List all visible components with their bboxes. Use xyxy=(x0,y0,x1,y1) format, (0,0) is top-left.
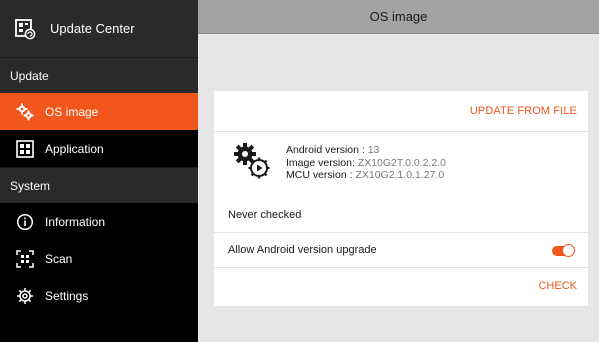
sidebar-item-settings[interactable]: Settings xyxy=(0,277,198,314)
mcu-version-value: ZX10G2.1.0.1.27.0 xyxy=(355,169,445,181)
sidebar-item-label: Settings xyxy=(45,288,89,303)
allow-upgrade-row: Allow Android version upgrade xyxy=(214,233,588,267)
gears-icon xyxy=(16,103,34,121)
check-status-row: Never checked xyxy=(214,198,588,232)
check-button[interactable]: CHECK xyxy=(538,280,577,292)
update-from-file-button[interactable]: UPDATE FROM FILE xyxy=(470,105,577,117)
image-version-row: Image version: ZX10G2T.0.0.2.2.0 xyxy=(286,157,446,170)
sidebar-item-label: Application xyxy=(45,141,104,156)
settings-gear-icon xyxy=(16,287,34,305)
android-version-row: Android version : 13 xyxy=(286,144,446,157)
mcu-version-row: MCU version : ZX10G2.1.0.1.27.0 xyxy=(286,169,446,182)
update-center-icon xyxy=(14,18,36,40)
sidebar: Update Center Update OS image Applicatio… xyxy=(0,0,198,342)
check-status: Never checked xyxy=(228,209,302,221)
mcu-version-label: MCU version : xyxy=(286,169,353,181)
sidebar-item-application[interactable]: Application xyxy=(0,130,198,167)
update-check-card: Never checked Allow Android version upgr… xyxy=(214,198,588,306)
image-version-value: ZX10G2T.0.0.2.2.0 xyxy=(357,156,446,169)
android-version-label: Android version : xyxy=(286,144,365,156)
divider xyxy=(214,131,588,132)
page-title-bar: OS image xyxy=(198,0,599,34)
sidebar-item-label: OS image xyxy=(45,104,99,119)
grid-icon xyxy=(16,139,34,158)
section-update: Update xyxy=(0,57,198,93)
app-title: Update Center xyxy=(50,21,135,36)
section-system: System xyxy=(0,167,198,203)
info-icon xyxy=(16,213,34,231)
version-info: Android version : 13 Image version: ZX10… xyxy=(286,144,446,182)
sidebar-item-label: Information xyxy=(45,214,106,229)
toggle-knob xyxy=(562,244,575,257)
sidebar-item-os-image[interactable]: OS image xyxy=(0,93,198,130)
sidebar-item-label: Scan xyxy=(45,251,73,266)
main-content: UPDATE FROM FILE Android version: 13 Im… xyxy=(198,34,599,342)
divider xyxy=(214,267,588,268)
sidebar-header: Update Center xyxy=(0,0,198,57)
allow-upgrade-label: Allow Android version upgrade xyxy=(228,244,377,256)
image-version-label: Image version: xyxy=(286,156,355,169)
android-version-value: 13 xyxy=(367,144,380,156)
page-title: OS image xyxy=(369,9,428,24)
sidebar-item-scan[interactable]: Scan xyxy=(0,240,198,277)
os-info-card: UPDATE FROM FILE Android version: 13 Im… xyxy=(214,91,588,204)
allow-upgrade-toggle[interactable] xyxy=(552,244,575,257)
sidebar-item-information[interactable]: Information xyxy=(0,203,198,240)
scan-icon xyxy=(16,249,34,268)
gears-icon xyxy=(232,141,272,181)
